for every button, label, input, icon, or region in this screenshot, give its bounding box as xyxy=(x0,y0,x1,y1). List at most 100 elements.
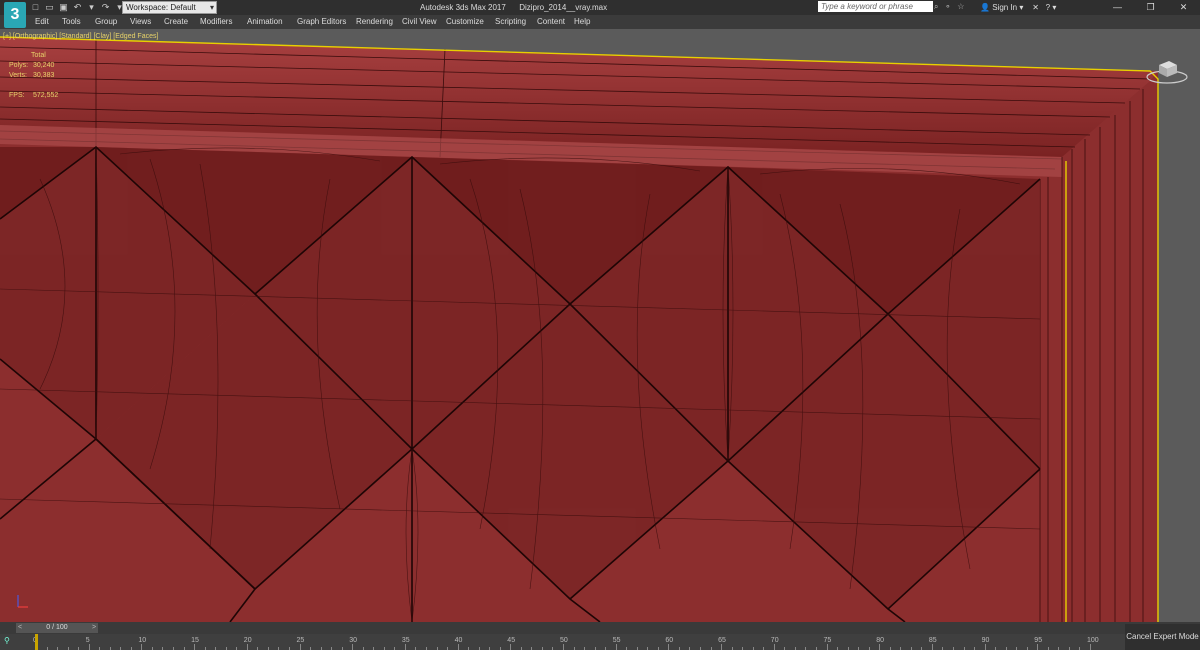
track-bar-tick xyxy=(299,644,301,650)
track-bar-tick xyxy=(246,644,248,650)
track-bar-tick xyxy=(352,644,354,650)
user-icon: 👤 xyxy=(980,3,990,12)
sign-in-button[interactable]: 👤 Sign In ▾ ✕ ? ▾ xyxy=(980,3,1056,12)
track-bar-tick-label: 20 xyxy=(243,637,252,644)
menu-animation[interactable]: Animation xyxy=(247,17,283,26)
track-bar-tick xyxy=(984,644,986,650)
fps-value: 572,552 xyxy=(32,92,59,99)
track-bar-tick-label: 10 xyxy=(138,637,147,644)
track-bar-tick xyxy=(1037,644,1039,650)
track-bar-tick-label: 30 xyxy=(349,637,357,644)
menu-modifiers[interactable]: Modifiers xyxy=(200,17,232,26)
track-bar-tick xyxy=(668,644,670,650)
window-controls: — ❐ ✕ xyxy=(1101,0,1200,15)
track-bar-tick-label: 35 xyxy=(401,637,410,644)
menu-bar: Edit Tools Group Views Create Modifiers … xyxy=(0,15,1200,29)
stats-header: Total xyxy=(31,52,46,59)
track-bar-tick xyxy=(563,644,564,650)
communication-center-icon[interactable]: ⚬ xyxy=(944,2,951,12)
menu-edit[interactable]: Edit xyxy=(35,17,49,26)
track-bar-tick xyxy=(721,644,723,650)
workspace-dropdown[interactable]: Workspace: Default ▾ xyxy=(122,1,217,14)
track-bar-tick-label: 25 xyxy=(296,637,305,644)
track-bar-tick-label: 80 xyxy=(876,637,884,644)
menu-group[interactable]: Group xyxy=(95,17,117,26)
menu-create[interactable]: Create xyxy=(164,17,188,26)
window-title: Autodesk 3ds Max 2017 Dizipro_2014__vray… xyxy=(420,3,607,12)
track-bar-tick xyxy=(931,644,933,650)
track-bar-tick-label: 85 xyxy=(928,637,937,644)
menu-scripting[interactable]: Scripting xyxy=(495,17,526,26)
track-bar-tick xyxy=(1090,644,1091,650)
search-placeholder: Type a keyword or phrase xyxy=(821,2,913,11)
verts-value: 30,383 xyxy=(32,72,55,79)
menu-content[interactable]: Content xyxy=(537,17,565,26)
viewcube-icon[interactable] xyxy=(1145,57,1189,85)
track-bar-tick xyxy=(141,644,143,650)
save-icon[interactable]: ▣ xyxy=(58,2,69,13)
track-bar-tick xyxy=(404,644,406,650)
help-icon[interactable]: ? xyxy=(1046,3,1050,12)
track-bar-tick-label: 60 xyxy=(665,637,674,644)
minimize-icon[interactable]: — xyxy=(1101,0,1134,15)
redo-icon[interactable]: ↷ xyxy=(100,2,111,13)
track-bar-tick xyxy=(88,644,90,650)
chevron-right-icon[interactable]: > xyxy=(90,623,98,633)
track-bar-tick-label: 5 xyxy=(85,637,90,644)
search-input[interactable]: Type a keyword or phrase xyxy=(818,1,933,12)
app-title: Autodesk 3ds Max 2017 xyxy=(420,3,506,12)
open-folder-icon[interactable]: ▭ xyxy=(44,2,55,13)
menu-tools[interactable]: Tools xyxy=(62,17,81,26)
file-name: Dizipro_2014__vray.max xyxy=(519,3,608,12)
chevron-down-icon: ▾ xyxy=(209,3,214,12)
track-bar-tick-label: 45 xyxy=(507,637,516,644)
menu-rendering[interactable]: Rendering xyxy=(356,17,393,26)
track-bar-tick-label: 95 xyxy=(1034,637,1043,644)
infocenter-icons: ⌕ ⚬ ☆ xyxy=(934,2,964,12)
track-bar-tick-label: 15 xyxy=(191,637,199,644)
sign-in-label: Sign In xyxy=(992,3,1018,12)
viewport-orthographic[interactable]: [+] [Orthographic] [Standard] [Clay] [Ed… xyxy=(0,29,1200,622)
chevron-down-icon: ▾ xyxy=(1019,3,1024,12)
track-bar-tick-label: 90 xyxy=(981,637,990,644)
menu-help[interactable]: Help xyxy=(574,17,590,26)
track-bar-tick xyxy=(194,644,196,650)
menu-customize[interactable]: Customize xyxy=(446,17,484,26)
track-bar-tick xyxy=(457,644,459,650)
polys-value: 30,240 xyxy=(32,62,55,69)
time-slider[interactable]: < 0 / 100 > xyxy=(16,623,98,633)
menu-views[interactable]: Views xyxy=(130,17,151,26)
frame-counter: 0 / 100 xyxy=(46,624,68,631)
cancel-expert-mode-button[interactable]: Cancel Expert Mode xyxy=(1125,624,1200,650)
track-bar-tick-label: 40 xyxy=(454,637,463,644)
restore-icon[interactable]: ❐ xyxy=(1134,0,1167,15)
verts-label: Verts: xyxy=(9,72,27,79)
track-bar-tick-label: 100 xyxy=(1087,637,1099,644)
track-bar-tick xyxy=(615,644,617,650)
menu-civil-view[interactable]: Civil View xyxy=(402,17,437,26)
title-bar: □ ▭ ▣ ↶ ▾ ↷ ▾ ▤ Workspace: Default ▾ Aut… xyxy=(0,0,1200,15)
track-bar-tick-label: 65 xyxy=(718,637,726,644)
playhead[interactable] xyxy=(35,634,38,650)
track-bar-tick-label: 70 xyxy=(770,637,779,644)
new-file-icon[interactable]: □ xyxy=(30,2,41,13)
favorites-icon[interactable]: ☆ xyxy=(957,2,964,12)
track-bar-tick-label: 50 xyxy=(560,637,568,644)
search-icon[interactable]: ⌕ xyxy=(934,2,938,12)
close-icon[interactable]: ✕ xyxy=(1167,0,1200,15)
track-bar[interactable]: 0510152025303540455055606570758085909510… xyxy=(0,634,1125,650)
fps-label: FPS: xyxy=(9,92,25,99)
exchange-icon[interactable]: ✕ xyxy=(1032,3,1039,12)
viewport-render xyxy=(0,29,1200,622)
undo-icon[interactable]: ↶ xyxy=(72,2,83,13)
track-bar-tick xyxy=(510,644,512,650)
time-slider-bar: < 0 / 100 > xyxy=(0,622,1200,634)
track-bar-tick xyxy=(879,644,881,650)
viewport-label[interactable]: [+] [Orthographic] [Standard] [Clay] [Ed… xyxy=(3,33,158,40)
menu-graph-editors[interactable]: Graph Editors xyxy=(297,17,346,26)
undo-dropdown-icon[interactable]: ▾ xyxy=(86,2,97,13)
track-bar-tick xyxy=(826,644,828,650)
app-logo[interactable]: 3 xyxy=(4,2,26,28)
track-filter-icon[interactable]: ⚲ xyxy=(4,636,10,645)
chevron-left-icon[interactable]: < xyxy=(16,623,24,633)
